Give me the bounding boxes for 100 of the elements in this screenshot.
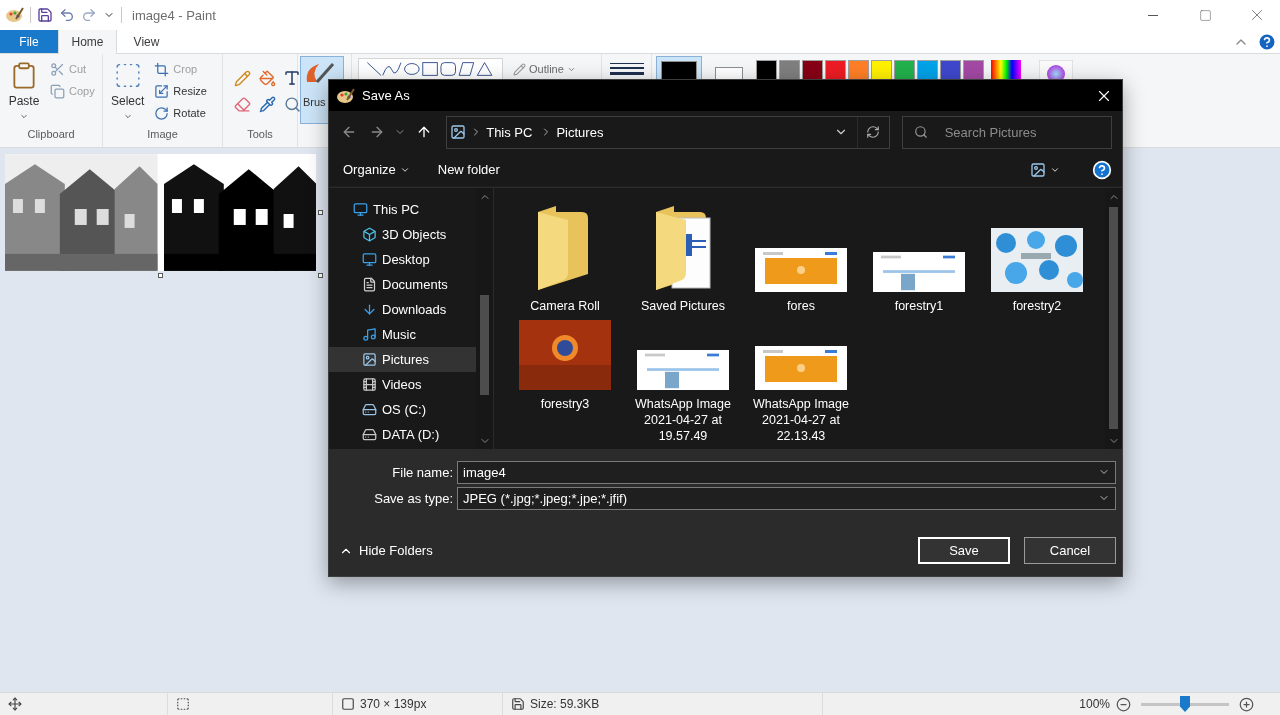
cube-icon: [362, 227, 377, 242]
minimize-icon: [1148, 14, 1158, 16]
rotate-button[interactable]: Rotate: [152, 102, 209, 124]
resize-button[interactable]: Resize: [152, 80, 209, 102]
resize-handle[interactable]: [158, 273, 163, 278]
save-button[interactable]: Save: [918, 537, 1010, 564]
field-label: File name:: [391, 464, 454, 480]
eraser-icon: [233, 95, 251, 113]
cancel-button[interactable]: Cancel: [1024, 537, 1116, 564]
tree-item[interactable]: This PC: [329, 197, 476, 222]
save-icon[interactable]: [37, 7, 53, 23]
film-icon: [362, 377, 377, 392]
scissors-icon: [50, 61, 65, 77]
address-bar[interactable]: This PC Pictures: [446, 115, 890, 149]
paint-bucket-icon: [258, 69, 276, 87]
image-dimensions: 370 × 139px: [360, 697, 427, 711]
resize-icon: [154, 83, 170, 99]
file-name[interactable]: Camera Roll: [513, 298, 617, 314]
picture-icon: [362, 352, 377, 367]
hide-folders-button[interactable]: Hide Folders: [329, 542, 439, 559]
ribbon-tab[interactable]: File: [0, 30, 58, 53]
window-title: image4 - Paint: [132, 7, 216, 23]
palette-swatch[interactable]: [756, 60, 777, 81]
drive-icon: [362, 427, 377, 442]
shapes-gallery[interactable]: [358, 58, 503, 80]
palette-swatch[interactable]: [963, 60, 984, 81]
dialog-title: Save As: [362, 88, 410, 103]
outline-button[interactable]: Outline: [511, 61, 578, 77]
refresh-icon: [866, 125, 881, 139]
tree-item[interactable]: Pictures: [329, 347, 476, 372]
ribbon-tab[interactable]: Home: [58, 30, 117, 54]
file-name[interactable]: Saved Pictures: [631, 298, 735, 314]
file-name-field[interactable]: image4: [457, 460, 1116, 484]
tree-item[interactable]: Music: [329, 322, 476, 347]
copy-icon: [50, 83, 65, 99]
breadcrumb-item[interactable]: Pictures: [552, 124, 608, 140]
maximize-icon: [1198, 8, 1212, 22]
search-field[interactable]: Search Pictures: [901, 115, 1112, 149]
tree-item[interactable]: OS (C:): [329, 397, 476, 422]
document-icon: [362, 277, 377, 292]
group-label: Tools: [246, 127, 274, 142]
undo-icon[interactable]: [59, 7, 75, 23]
palette-icon: [6, 7, 24, 23]
scroll-thumb[interactable]: [480, 295, 489, 395]
file-name[interactable]: fores: [749, 298, 853, 314]
computer-icon: [353, 202, 368, 217]
file-name[interactable]: WhatsApp Image 2021-04-27 at 19.57.49: [631, 396, 735, 444]
paste-button[interactable]: Paste: [4, 58, 44, 124]
group-label: Clipboard: [26, 127, 76, 142]
tree-item[interactable]: Documents: [329, 272, 476, 297]
picture-icon: [1030, 161, 1046, 178]
palette-swatch[interactable]: [917, 60, 938, 81]
tree-item[interactable]: DATA (D:): [329, 422, 476, 447]
scroll-thumb[interactable]: [1109, 207, 1118, 429]
new-folder-button[interactable]: New folder: [433, 162, 504, 177]
organize-button[interactable]: Organize: [339, 162, 414, 177]
move-icon: [8, 697, 22, 711]
tree-item[interactable]: Desktop: [329, 247, 476, 272]
group-label: Image: [146, 127, 179, 142]
drive-icon: [362, 402, 377, 417]
zoom-thumb[interactable]: [1180, 696, 1190, 712]
palette-swatch[interactable]: [871, 60, 892, 81]
rotate-icon: [154, 105, 170, 121]
download-icon: [362, 302, 377, 317]
line-width-icon[interactable]: [610, 62, 644, 78]
palette-icon: [337, 87, 355, 104]
palette-swatch[interactable]: [894, 60, 915, 81]
pencil-icon: [233, 69, 251, 87]
file-type-dropdown[interactable]: JPEG (*.jpg;*.jpeg;*.jpe;*.jfif): [457, 486, 1116, 510]
pipette-icon: [258, 95, 276, 113]
field-label: Save as type:: [373, 490, 454, 506]
rainbow-icon[interactable]: [991, 60, 1021, 82]
resize-handle[interactable]: [318, 273, 323, 278]
tree-item[interactable]: 3D Objects: [329, 222, 476, 247]
palette-swatch[interactable]: [779, 60, 800, 81]
help-icon[interactable]: [1092, 159, 1112, 180]
palette-swatch[interactable]: [848, 60, 869, 81]
file-name[interactable]: forestry1: [867, 298, 971, 314]
tree-item[interactable]: Videos: [329, 372, 476, 397]
edit-colors-icon[interactable]: [1039, 60, 1073, 82]
file-size-icon: [511, 697, 525, 711]
zoom-out-icon[interactable]: [1116, 696, 1131, 712]
music-note-icon: [362, 327, 377, 342]
palette-swatch[interactable]: [802, 60, 823, 81]
file-name[interactable]: forestry3: [513, 396, 617, 412]
palette-swatch[interactable]: [940, 60, 961, 81]
monitor-icon: [362, 252, 377, 267]
file-name[interactable]: forestry2: [985, 298, 1089, 314]
breadcrumb-item[interactable]: This PC: [482, 124, 537, 140]
text-tool-icon: [283, 69, 301, 87]
resize-handle[interactable]: [318, 210, 323, 215]
zoom-in-icon[interactable]: [1239, 696, 1254, 712]
select-button[interactable]: Select: [107, 58, 149, 124]
tree-item[interactable]: Downloads: [329, 297, 476, 322]
search-icon: [913, 124, 928, 139]
magnifier-icon: [283, 95, 301, 113]
palette-swatch[interactable]: [825, 60, 846, 81]
file-size: Size: 59.3KB: [530, 697, 600, 711]
file-name[interactable]: WhatsApp Image 2021-04-27 at 22.13.43: [749, 396, 853, 444]
picture-icon: [450, 124, 467, 140]
